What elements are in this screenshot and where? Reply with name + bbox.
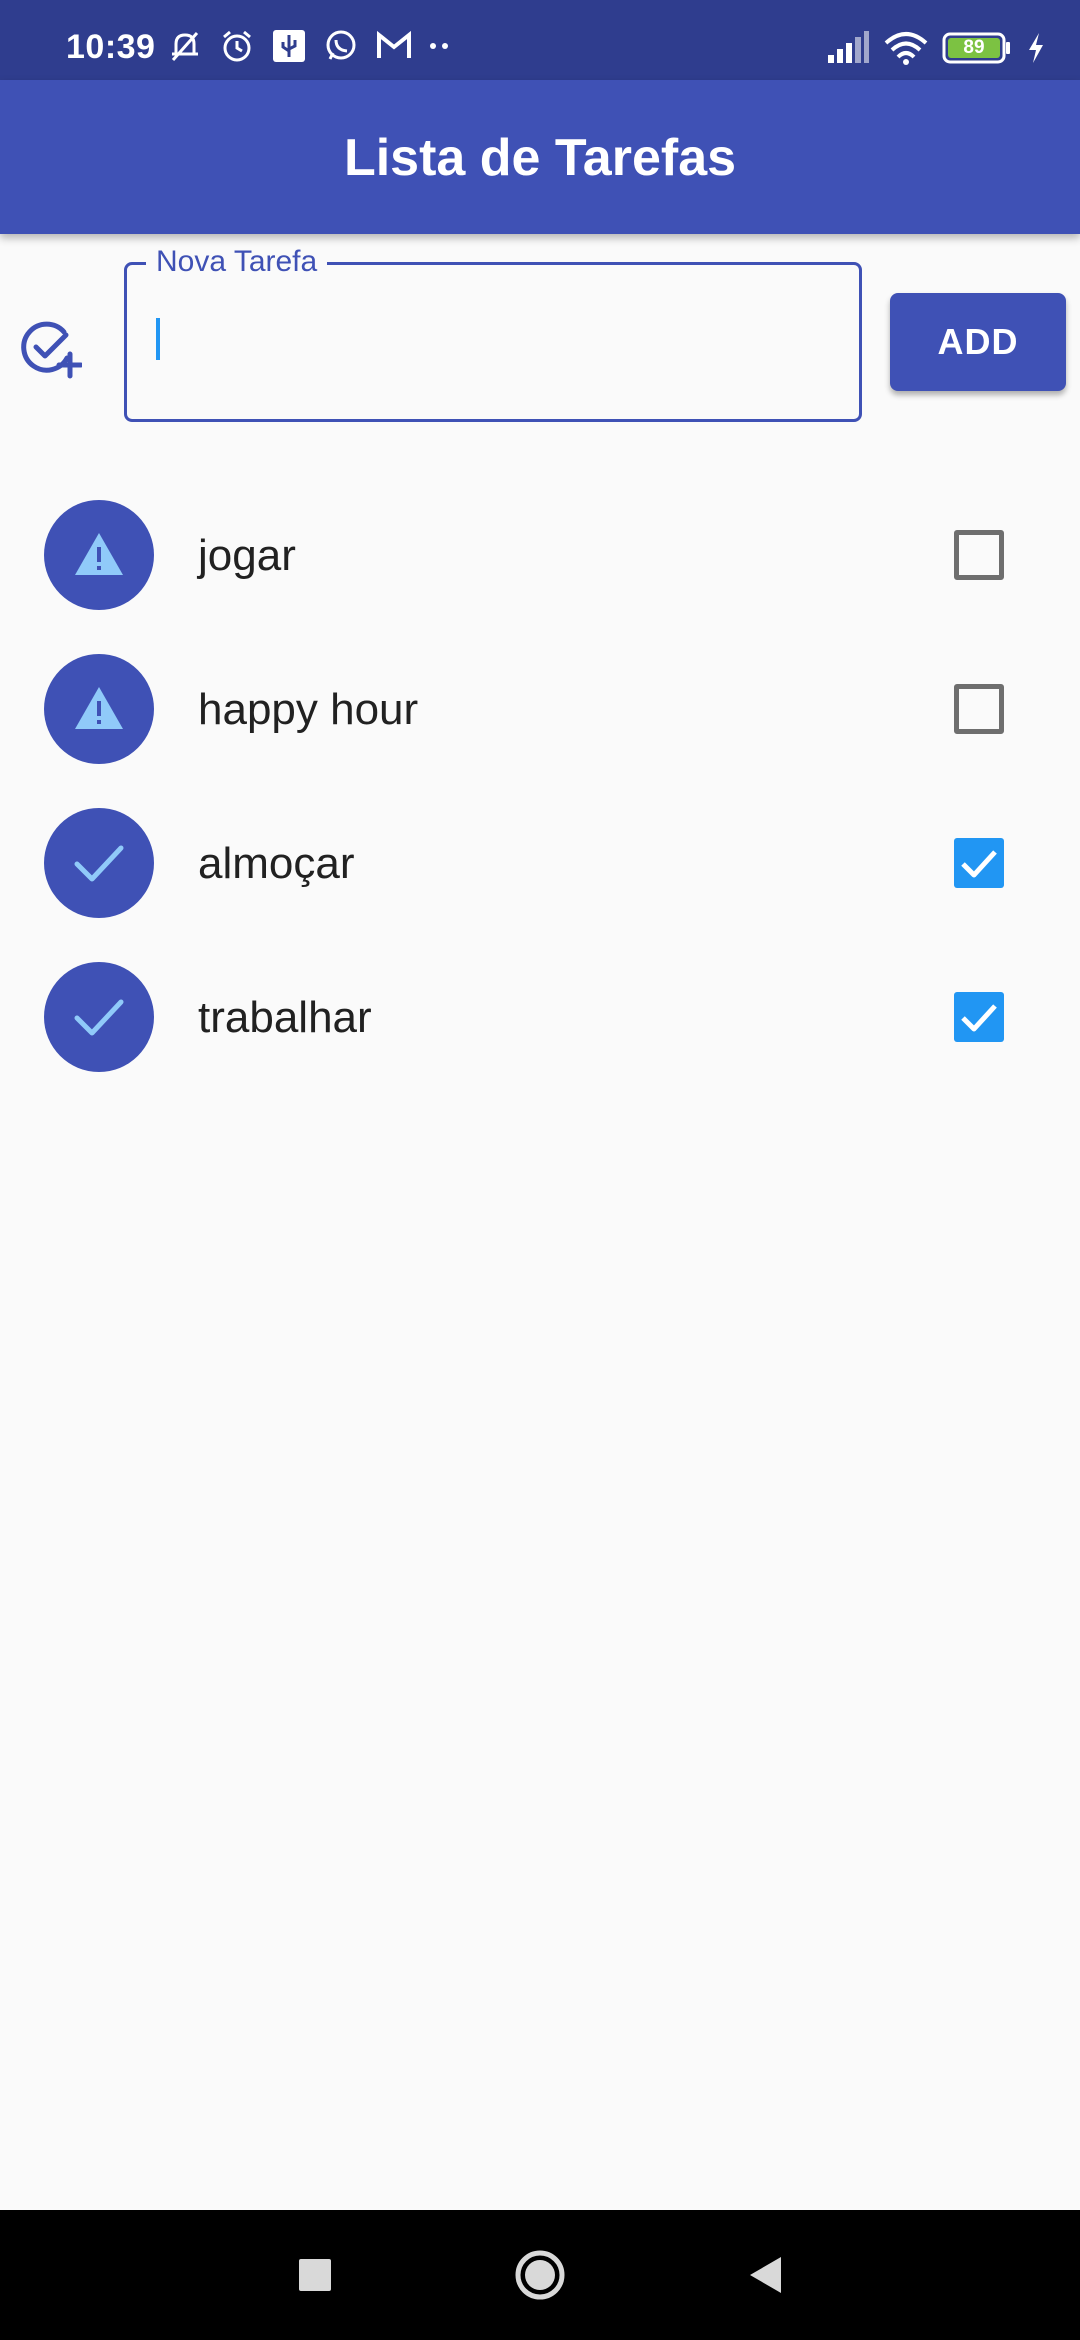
new-task-label: Nova Tarefa — [146, 244, 328, 280]
add-button[interactable]: ADD — [890, 293, 1066, 391]
more-notifications-icon — [428, 27, 452, 65]
wifi-icon — [884, 31, 928, 65]
task-checkbox[interactable] — [954, 530, 1004, 580]
status-time: 10:39 — [66, 28, 156, 66]
back-button[interactable] — [737, 2210, 795, 2340]
system-icons: 89 — [826, 28, 1046, 68]
task-label: almoçar — [198, 839, 355, 888]
task-item[interactable]: trabalhar — [0, 940, 1080, 1094]
app-bar: Lista de Tarefas — [0, 80, 1080, 234]
task-list: jogar happy hour almoçar trabalhar — [0, 478, 1080, 1094]
add-task-icon — [18, 316, 84, 380]
task-item[interactable]: almoçar — [0, 786, 1080, 940]
gmail-icon — [374, 27, 414, 65]
home-button[interactable] — [511, 2210, 569, 2340]
task-label: happy hour — [198, 685, 419, 734]
task-label: jogar — [198, 531, 296, 580]
recents-button[interactable] — [286, 2210, 344, 2340]
task-status-avatar — [44, 500, 154, 610]
battery-icon: 89 — [942, 32, 1012, 64]
usb-icon — [270, 27, 308, 65]
text-cursor — [156, 318, 160, 360]
task-status-avatar — [44, 962, 154, 1072]
task-item[interactable]: happy hour — [0, 632, 1080, 786]
navigation-bar — [0, 2210, 1080, 2340]
task-label: trabalhar — [198, 993, 372, 1042]
alarm-icon — [218, 27, 256, 65]
battery-level: 89 — [963, 37, 985, 58]
task-checkbox[interactable] — [954, 684, 1004, 734]
signal-icon — [826, 31, 870, 65]
task-checkbox[interactable] — [954, 992, 1004, 1042]
task-status-avatar — [44, 654, 154, 764]
muted-bell-icon — [166, 27, 204, 65]
new-task-input[interactable] — [150, 310, 834, 376]
page-title: Lista de Tarefas — [343, 129, 737, 187]
notification-icons — [166, 26, 452, 66]
task-status-avatar — [44, 808, 154, 918]
whatsapp-icon — [322, 27, 360, 65]
status-bar: 10:39 89 — [0, 0, 1080, 80]
task-item[interactable]: jogar — [0, 478, 1080, 632]
task-checkbox[interactable] — [954, 838, 1004, 888]
charging-icon — [1026, 32, 1046, 64]
